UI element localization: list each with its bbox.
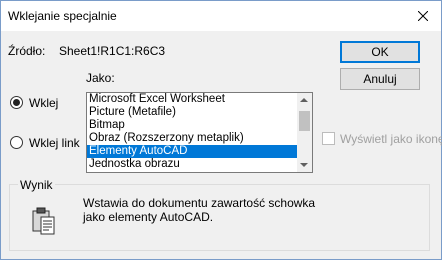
title-bar: Wklejanie specjalnie [1, 1, 441, 31]
list-item-picture-metafile[interactable]: Picture (Metafile) [87, 106, 312, 119]
display-as-icon-checkbox[interactable] [322, 132, 335, 145]
list-item-image-entity[interactable]: Jednostka obrazu [87, 158, 312, 171]
list-item-autocad-entities[interactable]: Elementy AutoCAD [87, 145, 312, 158]
paste-special-dialog: Wklejanie specjalnie Źródło: Sheet1!R1C1… [0, 0, 442, 260]
list-item-enhanced-metafile[interactable]: Obraz (Rozszerzony metaplik) [87, 132, 312, 145]
listbox-scrollbar[interactable] [297, 93, 312, 172]
source-value: Sheet1!R1C1:R6C3 [59, 44, 166, 58]
as-label: Jako: [86, 71, 115, 85]
ok-button[interactable]: OK [340, 41, 420, 63]
scroll-up-icon[interactable] [300, 98, 308, 102]
paste-link-radio[interactable] [10, 136, 23, 149]
list-item-bitmap[interactable]: Bitmap [87, 119, 312, 132]
scroll-thumb[interactable] [299, 111, 310, 131]
result-description: Wstawia do dokumentu zawartość schowka j… [83, 196, 316, 224]
list-item-excel-worksheet[interactable]: Microsoft Excel Worksheet [87, 93, 312, 106]
scroll-down-icon[interactable] [300, 163, 308, 167]
paste-link-radio-label[interactable]: Wklej link [29, 136, 80, 150]
dialog-title: Wklejanie specjalnie [8, 9, 117, 23]
radio-selected-dot [13, 99, 20, 106]
paste-radio-label[interactable]: Wklej [29, 96, 58, 110]
cancel-button[interactable]: Anuluj [340, 68, 420, 90]
paste-radio[interactable] [10, 96, 23, 109]
close-icon [418, 11, 428, 21]
result-label: Wynik [18, 178, 55, 192]
close-button[interactable] [405, 1, 441, 31]
clipboard-icon [32, 207, 55, 235]
source-label: Źródło: [8, 44, 46, 58]
format-listbox[interactable]: Microsoft Excel Worksheet Picture (Metaf… [86, 92, 313, 173]
display-as-icon-label: Wyświetl jako ikonę [340, 132, 442, 146]
